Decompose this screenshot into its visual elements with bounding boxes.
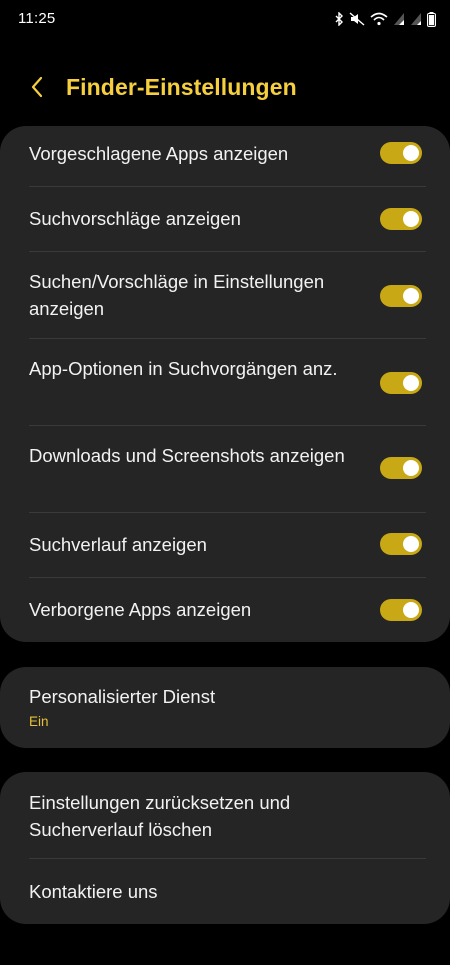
toggle-row-app-options[interactable]: App-Optionen in Suchvorgängen anz. bbox=[0, 339, 450, 426]
toggle-switch[interactable] bbox=[380, 142, 422, 164]
toggle-knob bbox=[403, 375, 419, 391]
actions-card: Einstellungen zurücksetzen und Sucherver… bbox=[0, 772, 450, 924]
row-label: Downloads und Screenshots anzeigen bbox=[29, 445, 345, 466]
status-icons bbox=[334, 10, 436, 28]
page-title: Finder-Einstellungen bbox=[66, 74, 297, 100]
status-bar: 11:25 bbox=[0, 0, 450, 40]
wifi-icon bbox=[370, 12, 388, 26]
toggle-switch[interactable] bbox=[380, 599, 422, 621]
back-button[interactable] bbox=[20, 72, 54, 106]
toggle-row-suggested-apps[interactable]: Vorgeschlagene Apps anzeigen bbox=[0, 126, 450, 186]
row-label: Kontaktiere uns bbox=[29, 881, 158, 902]
toggle-row-settings-suggestions[interactable]: Suchen/Vorschläge in Einstellungen anzei… bbox=[0, 252, 450, 339]
row-label: Suchvorschläge anzeigen bbox=[29, 208, 241, 229]
toggle-row-downloads-screenshots[interactable]: Downloads und Screenshots anzeigen bbox=[0, 426, 450, 513]
personalized-service-card: Personalisierter Dienst Ein bbox=[0, 667, 450, 748]
row-label: Suchverlauf anzeigen bbox=[29, 534, 207, 555]
toggle-switch[interactable] bbox=[380, 208, 422, 230]
toggle-row-hidden-apps[interactable]: Verborgene Apps anzeigen bbox=[0, 578, 450, 642]
row-label: Personalisierter Dienst bbox=[29, 686, 216, 707]
toggle-switch[interactable] bbox=[380, 457, 422, 479]
battery-icon bbox=[427, 11, 436, 27]
contact-us-row[interactable]: Kontaktiere uns bbox=[0, 859, 450, 924]
row-label: Einstellungen zurücksetzen und Sucherver… bbox=[29, 792, 291, 840]
toggle-knob bbox=[403, 602, 419, 618]
row-label: App-Optionen in Suchvorgängen anz. bbox=[29, 358, 338, 379]
toggle-knob bbox=[403, 211, 419, 227]
personalized-service-value: Ein bbox=[29, 714, 49, 729]
row-label: Suchen/Vorschläge in Einstellungen anzei… bbox=[29, 271, 325, 319]
chevron-left-icon bbox=[30, 75, 44, 104]
toggle-knob bbox=[403, 288, 419, 304]
signal-icon bbox=[410, 12, 422, 26]
mute-icon bbox=[349, 12, 365, 26]
status-time: 11:25 bbox=[18, 10, 56, 27]
toggle-switch[interactable] bbox=[380, 533, 422, 555]
signal-icon bbox=[393, 12, 405, 26]
toggle-switch[interactable] bbox=[380, 285, 422, 307]
row-label: Vorgeschlagene Apps anzeigen bbox=[29, 143, 289, 164]
row-label: Verborgene Apps anzeigen bbox=[29, 599, 252, 620]
personalized-service-row[interactable]: Personalisierter Dienst Ein bbox=[0, 667, 450, 748]
search-options-card: Vorgeschlagene Apps anzeigen Suchvorschl… bbox=[0, 126, 450, 642]
toggle-knob bbox=[403, 536, 419, 552]
reset-settings-row[interactable]: Einstellungen zurücksetzen und Sucherver… bbox=[0, 772, 450, 858]
toggle-knob bbox=[403, 460, 419, 476]
app-header: Finder-Einstellungen bbox=[0, 62, 450, 116]
toggle-row-search-suggestions[interactable]: Suchvorschläge anzeigen bbox=[0, 187, 450, 251]
toggle-switch[interactable] bbox=[380, 372, 422, 394]
toggle-knob bbox=[403, 145, 419, 161]
toggle-row-search-history[interactable]: Suchverlauf anzeigen bbox=[0, 513, 450, 577]
bluetooth-icon bbox=[334, 12, 344, 26]
